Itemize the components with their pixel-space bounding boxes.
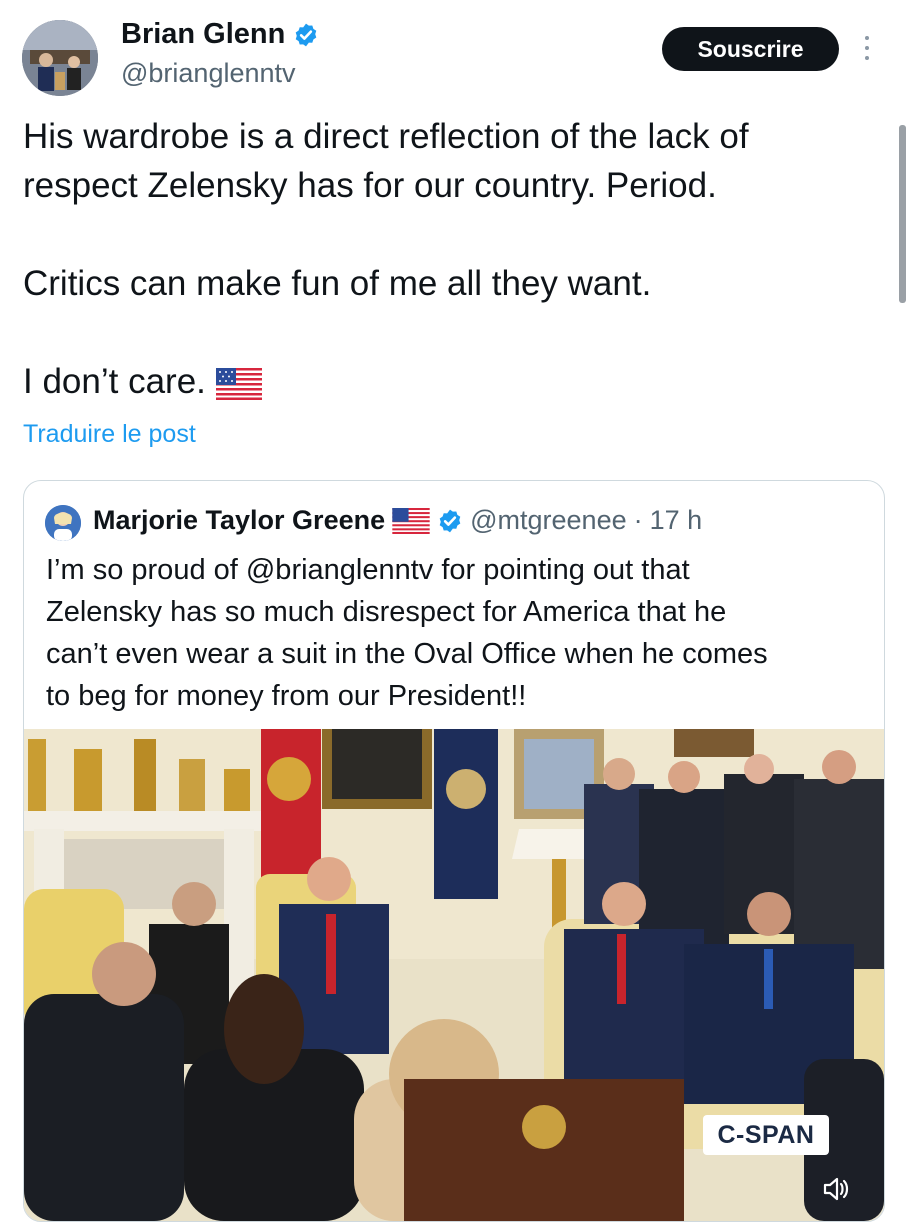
- quote-header: Marjorie Taylor Greene @mtgreenee · 17 h: [93, 505, 702, 536]
- author-handle[interactable]: @brianglenntv: [121, 58, 296, 89]
- us-flag-icon: [392, 507, 430, 534]
- quote-separator: ·: [633, 505, 643, 535]
- quote-text-line: I’m so proud of @brianglenntv for pointi…: [46, 554, 690, 586]
- quote-author-avatar[interactable]: [45, 505, 81, 541]
- post-line: respect Zelensky has for our country. Pe…: [23, 166, 717, 205]
- volume-icon[interactable]: [819, 1173, 851, 1205]
- quote-text-line: can’t even wear a suit in the Oval Offic…: [46, 638, 768, 670]
- post-line: His wardrobe is a direct reflection of t…: [23, 117, 749, 156]
- quote-author-name[interactable]: Marjorie Taylor Greene: [93, 505, 385, 536]
- author-avatar[interactable]: [22, 20, 98, 96]
- more-options-icon[interactable]: [858, 36, 876, 66]
- translate-post-link[interactable]: Traduire le post: [23, 420, 196, 449]
- post-line: I don’t care.: [23, 362, 206, 401]
- author-name[interactable]: Brian Glenn: [121, 18, 285, 51]
- quote-video[interactable]: C-SPAN: [24, 729, 884, 1221]
- quote-author-handle[interactable]: @mtgreenee: [470, 505, 627, 536]
- post-text: His wardrobe is a direct reflection of t…: [23, 112, 863, 406]
- subscribe-button[interactable]: Souscrire: [662, 27, 839, 71]
- verified-badge-icon: [296, 23, 317, 46]
- quote-timestamp[interactable]: 17 h: [650, 505, 703, 536]
- quote-text-line: Zelensky has so much disrespect for Amer…: [46, 596, 727, 628]
- post-line-final: I don’t care.: [23, 357, 863, 406]
- us-flag-icon: [215, 367, 262, 400]
- author-name-row: Brian Glenn: [121, 18, 319, 51]
- quote-text-line: to beg for money from our President!!: [46, 680, 527, 712]
- scrollbar[interactable]: [899, 125, 906, 303]
- verified-badge-icon: [439, 509, 461, 532]
- quoted-post[interactable]: Marjorie Taylor Greene @mtgreenee · 17 h…: [23, 480, 885, 1222]
- video-watermark: C-SPAN: [703, 1115, 829, 1155]
- quote-text: I’m so proud of @brianglenntv for pointi…: [46, 549, 861, 717]
- post-line: Critics can make fun of me all they want…: [23, 264, 652, 303]
